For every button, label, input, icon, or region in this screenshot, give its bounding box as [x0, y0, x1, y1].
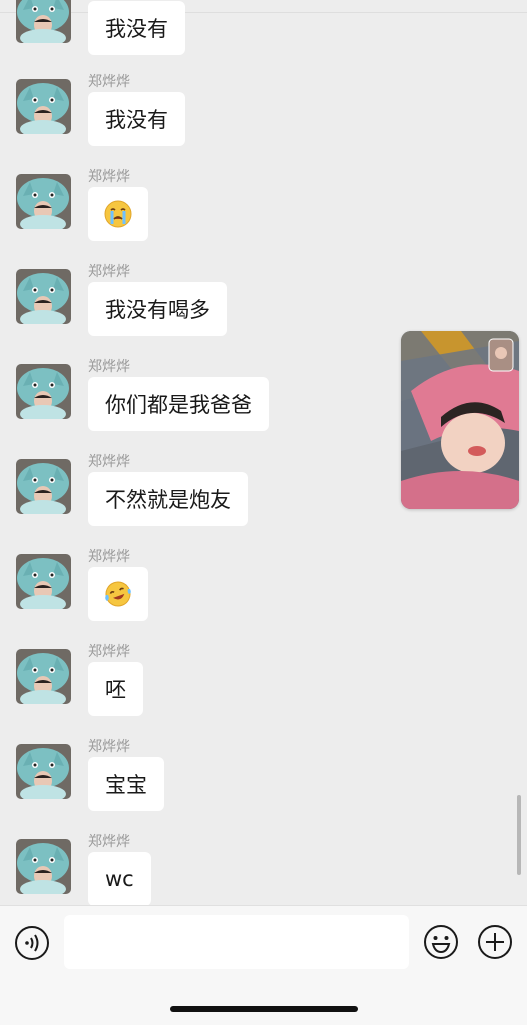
message-bubble[interactable] — [88, 187, 148, 241]
emoji-button[interactable] — [422, 923, 460, 961]
avatar[interactable] — [16, 459, 71, 514]
message-row: 郑烨烨 wc — [16, 834, 496, 905]
floating-video-window[interactable] — [401, 331, 519, 509]
sender-name: 郑烨烨 — [88, 549, 130, 565]
sender-name: 郑烨烨 — [88, 359, 130, 375]
message-bubble[interactable]: 不然就是炮友 — [88, 472, 248, 526]
avatar[interactable] — [16, 649, 71, 704]
message-bubble[interactable]: wc — [88, 852, 151, 905]
sender-name: 郑烨烨 — [88, 74, 130, 90]
sender-name: 郑烨烨 — [88, 169, 130, 185]
home-indicator[interactable] — [170, 1006, 358, 1012]
avatar[interactable] — [16, 79, 71, 134]
sender-name: 郑烨烨 — [88, 264, 130, 280]
message-row: 郑烨烨 — [16, 169, 496, 266]
avatar[interactable] — [16, 554, 71, 609]
plus-circle-icon — [478, 925, 512, 959]
message-bubble[interactable]: 我没有喝多 — [88, 282, 227, 336]
scrollbar[interactable] — [517, 795, 521, 875]
avatar[interactable] — [16, 269, 71, 324]
message-input[interactable] — [64, 915, 409, 969]
message-row: 郑烨烨 — [16, 549, 496, 646]
avatar[interactable] — [16, 174, 71, 229]
message-bubble[interactable]: 宝宝 — [88, 757, 164, 811]
avatar[interactable] — [16, 364, 71, 419]
avatar[interactable] — [16, 0, 71, 43]
voice-wave-icon — [15, 926, 49, 960]
input-bar — [0, 905, 527, 1025]
more-button[interactable] — [476, 923, 514, 961]
smiley-icon — [424, 925, 458, 959]
message-row: 郑烨烨 宝宝 — [16, 739, 496, 836]
message-bubble[interactable]: 我没有 — [88, 92, 185, 146]
message-bubble[interactable]: 你们都是我爸爸 — [88, 377, 269, 431]
message-bubble[interactable]: 呸 — [88, 662, 143, 716]
message-row: 我没有 — [16, 0, 496, 80]
laughing-tears-face-icon — [105, 581, 131, 607]
message-row: 郑烨烨 我没有 — [16, 74, 496, 171]
sender-name: 郑烨烨 — [88, 739, 130, 755]
sender-name: 郑烨烨 — [88, 834, 130, 850]
sender-name: 郑烨烨 — [88, 454, 130, 470]
voice-button[interactable] — [14, 925, 50, 961]
avatar[interactable] — [16, 839, 71, 894]
message-bubble[interactable] — [88, 567, 148, 621]
sender-name: 郑烨烨 — [88, 644, 130, 660]
avatar[interactable] — [16, 744, 71, 799]
message-bubble[interactable]: 我没有 — [88, 1, 185, 55]
crying-face-icon — [104, 200, 132, 228]
message-row: 郑烨烨 呸 — [16, 644, 496, 741]
